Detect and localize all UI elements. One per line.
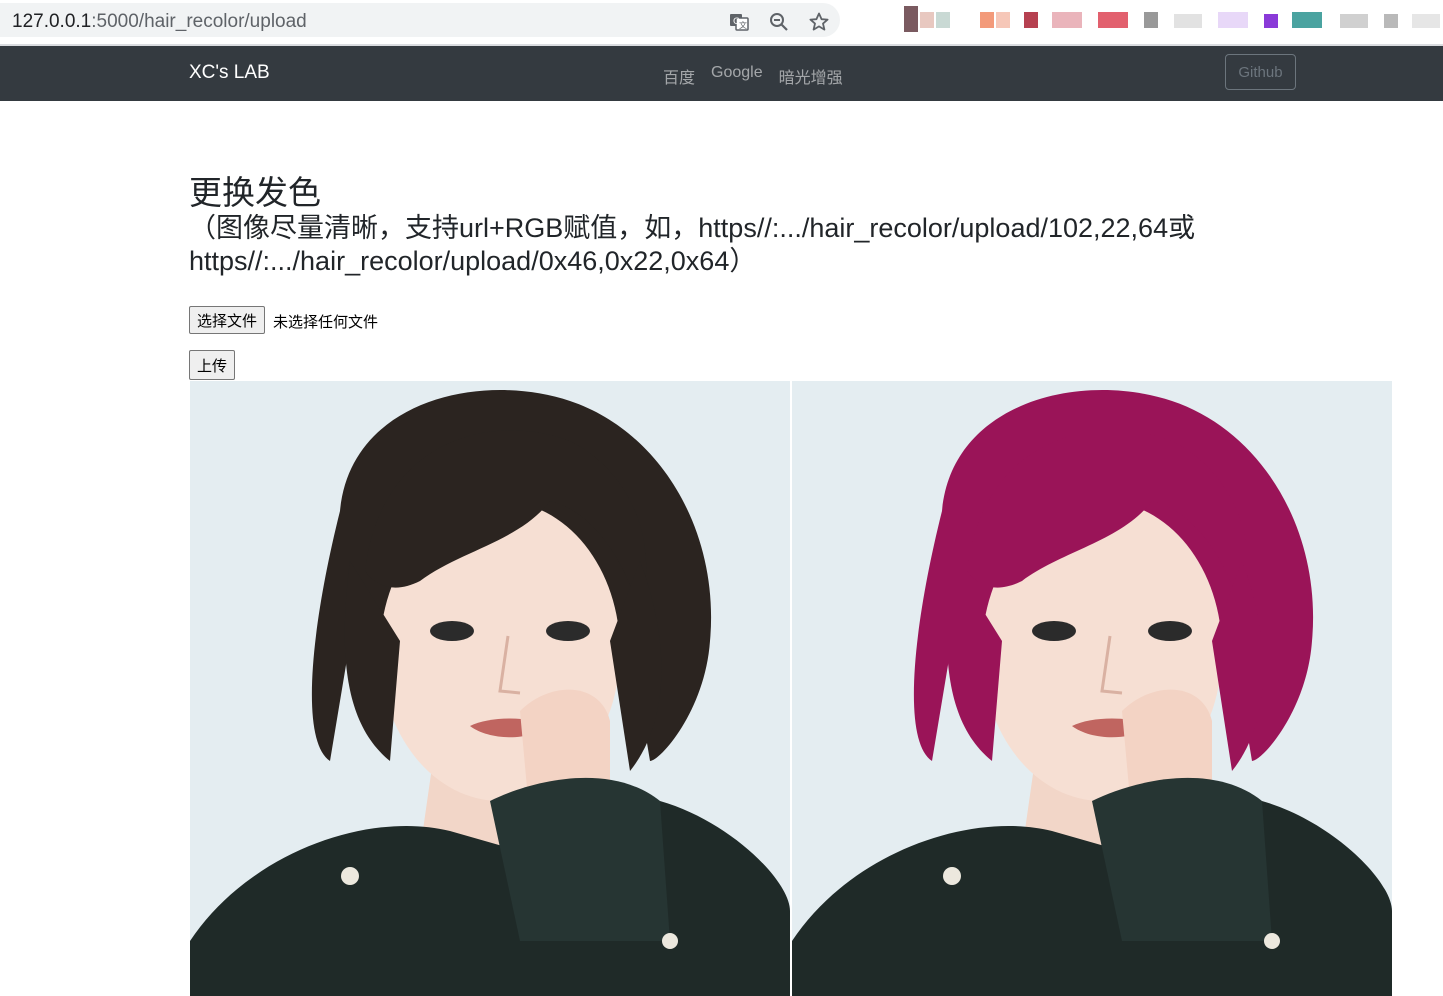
extension-icons-blurred [856,0,1443,42]
bookmark-star-icon[interactable] [808,11,830,33]
nav-link-google[interactable]: Google [711,64,763,88]
recolored-image [792,381,1392,996]
original-portrait [190,381,790,996]
site-navbar: XC's LAB 百度 Google 暗光增强 Github [0,46,1443,101]
zoom-out-icon[interactable] [768,11,790,33]
choose-file-button[interactable]: 选择文件 [189,306,266,334]
upload-button[interactable]: 上传 [189,350,236,380]
svg-text:文: 文 [739,20,747,30]
recolored-portrait [792,381,1392,996]
nav-links: 百度 Google 暗光增强 [663,64,843,88]
page-subtitle: （图像尽量清晰，支持url+RGB赋值，如，https//:.../hair_r… [189,213,1196,276]
github-button[interactable]: Github [1225,54,1296,90]
browser-address-bar: 127.0.0.1:5000/hair_recolor/upload G文 [0,0,1443,46]
page-title: 更换发色 [189,174,321,211]
file-status-text: 未选择任何文件 [273,314,379,331]
url-text[interactable]: 127.0.0.1:5000/hair_recolor/upload [12,11,307,33]
nav-link-baidu[interactable]: 百度 [663,64,695,88]
url-field[interactable]: 127.0.0.1:5000/hair_recolor/upload G文 [0,3,840,37]
url-host: 127.0.0.1 [12,11,92,32]
brand-logo[interactable]: XC's LAB [189,62,270,84]
nav-link-low-light-enhance[interactable]: 暗光增强 [779,64,843,88]
translate-icon[interactable]: G文 [728,11,750,33]
original-image [190,381,790,996]
url-path: :5000/hair_recolor/upload [91,11,307,32]
